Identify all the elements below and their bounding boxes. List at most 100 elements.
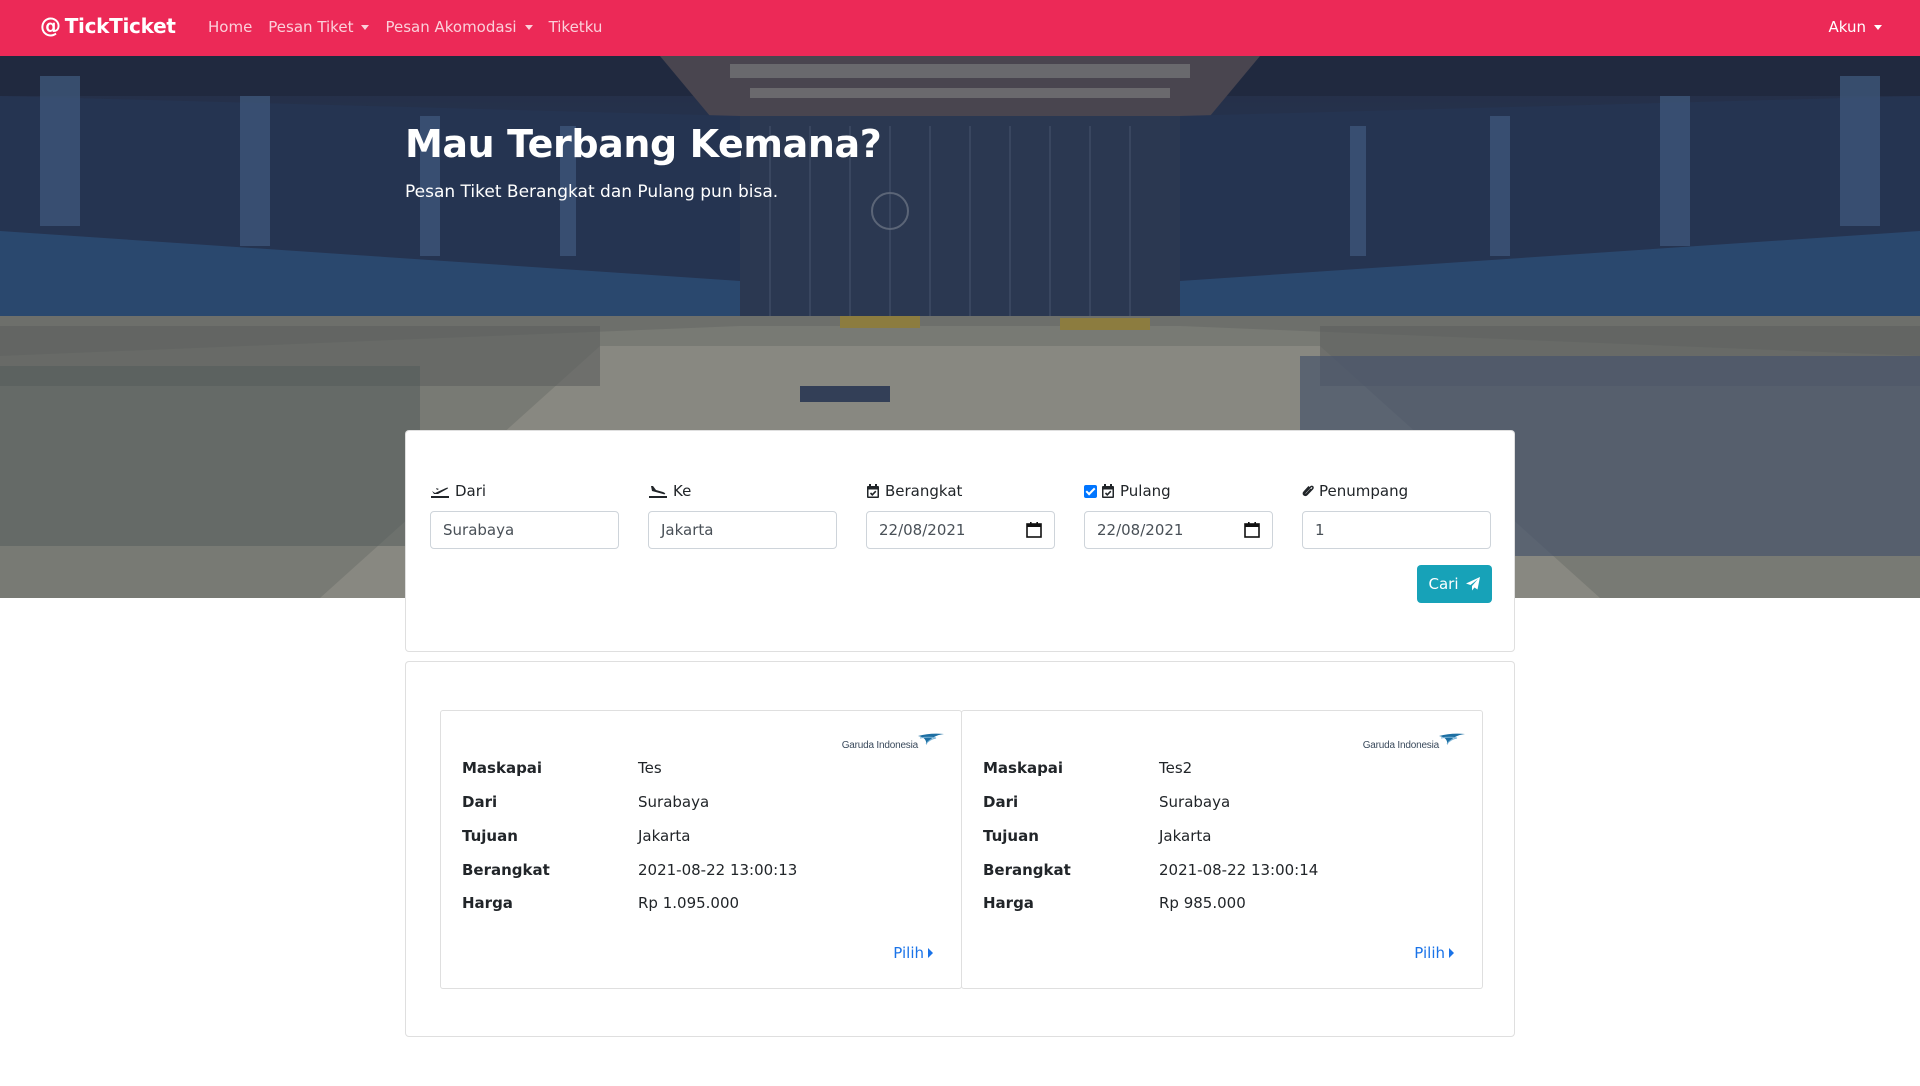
detail-value: Rp 985.000 (1159, 894, 1246, 912)
detail-label: Tujuan (983, 827, 1039, 845)
search-button-label: Cari (1428, 575, 1459, 593)
paper-plane-icon (1465, 577, 1480, 591)
plane-departure-icon (431, 487, 449, 498)
passenger-label: Penumpang (1302, 481, 1491, 501)
detail-row-destination: Tujuan Jakarta (462, 827, 690, 845)
plane-arrival-icon (649, 486, 667, 498)
nav-home-label: Home (208, 18, 253, 36)
flight-result-card: Garuda Indonesia Maskapai Tes Dari Surabay… (440, 710, 962, 989)
nav-pesan-tiket-label: Pesan Tiket (268, 18, 354, 36)
to-field: Ke Jakarta (648, 481, 837, 549)
from-label: Dari (430, 481, 619, 501)
from-field: Dari Surabaya (430, 481, 619, 549)
select-flight-link[interactable]: Pilih (1414, 944, 1454, 962)
garuda-bird-icon (918, 733, 944, 745)
to-label-text: Ke (673, 482, 692, 500)
select-flight-link[interactable]: Pilih (893, 944, 933, 962)
return-date-input[interactable]: 22/08/2021 (1084, 511, 1273, 549)
detail-label: Harga (983, 894, 1034, 912)
detail-label: Tujuan (462, 827, 518, 845)
detail-value: Tes2 (1159, 759, 1193, 777)
hero-subtitle: Pesan Tiket Berangkat dan Pulang pun bis… (405, 182, 779, 202)
flight-search-form: Dari Surabaya Ke Jakarta Berangkat 22/08… (405, 430, 1515, 652)
depart-date-input[interactable]: 22/08/2021 (866, 511, 1055, 549)
garuda-logo: Garuda Indonesia (842, 732, 944, 751)
to-input[interactable]: Jakarta (648, 511, 837, 549)
detail-value: Jakarta (638, 827, 691, 845)
detail-row-airline: Maskapai Tes (462, 759, 662, 777)
detail-row-airline: Maskapai Tes2 (983, 759, 1192, 777)
from-value: Surabaya (443, 521, 515, 539)
select-flight-label: Pilih (1414, 944, 1445, 962)
detail-row-departure: Berangkat 2021-08-22 13:00:13 (462, 861, 797, 879)
detail-value: Tes (638, 759, 662, 777)
calendar-check-icon (1102, 483, 1114, 498)
passenger-input[interactable]: 1 (1302, 511, 1491, 549)
detail-value: Surabaya (1159, 793, 1231, 811)
brand-logo[interactable]: @ TickTicket (40, 14, 176, 38)
detail-label: Berangkat (462, 861, 550, 879)
airline-logo-text: Garuda Indonesia (1362, 740, 1440, 751)
from-input[interactable]: Surabaya (430, 511, 619, 549)
return-value: 22/08/2021 (1097, 521, 1184, 539)
detail-label: Maskapai (983, 759, 1064, 777)
return-field: Pulang 22/08/2021 (1084, 481, 1273, 549)
flight-result-card: Garuda Indonesia Maskapai Tes2 Dari Suraba… (961, 710, 1483, 989)
return-checkbox[interactable] (1084, 484, 1097, 498)
detail-row-price: Harga Rp 1.095.000 (462, 894, 739, 912)
from-label-text: Dari (455, 482, 487, 500)
detail-label: Dari (462, 793, 498, 811)
return-label: Pulang (1084, 481, 1273, 501)
nav-pesan-akomodasi-dropdown[interactable]: Pesan Akomodasi (385, 18, 533, 36)
passenger-field: Penumpang 1 (1302, 481, 1491, 549)
to-value: Jakarta (661, 521, 714, 539)
account-dropdown[interactable]: Akun (1828, 18, 1882, 36)
passenger-label-text: Penumpang (1319, 482, 1409, 500)
detail-label: Berangkat (983, 861, 1071, 879)
detail-row-destination: Tujuan Jakarta (983, 827, 1211, 845)
calendar-check-icon (867, 483, 879, 498)
nav-tiketku[interactable]: Tiketku (549, 18, 603, 36)
nav-tiketku-label: Tiketku (548, 18, 603, 36)
to-label: Ke (648, 481, 837, 501)
nav-pesan-akomodasi-label: Pesan Akomodasi (385, 18, 517, 36)
chevron-down-icon (1874, 24, 1882, 30)
depart-field: Berangkat 22/08/2021 (866, 481, 1055, 549)
nav-links: Home Pesan Tiket Pesan Akomodasi Tiketku (208, 18, 618, 36)
garuda-bird-icon (1439, 733, 1465, 745)
depart-label: Berangkat (866, 481, 1055, 501)
detail-row-from: Dari Surabaya (983, 793, 1230, 811)
garuda-logo: Garuda Indonesia (1363, 732, 1465, 751)
detail-label: Maskapai (462, 759, 543, 777)
nav-pesan-tiket-dropdown[interactable]: Pesan Tiket (268, 18, 370, 36)
chevron-down-icon (524, 24, 533, 30)
detail-row-from: Dari Surabaya (462, 793, 709, 811)
brand-name: TickTicket (64, 14, 176, 38)
hero-title: Mau Terbang Kemana? (405, 122, 882, 166)
detail-label: Harga (462, 894, 513, 912)
detail-value: Rp 1.095.000 (638, 894, 740, 912)
paperclip-icon (1302, 485, 1314, 496)
nav-home[interactable]: Home (208, 18, 252, 36)
detail-value: 2021-08-22 13:00:14 (1159, 861, 1319, 879)
return-label-text: Pulang (1120, 482, 1171, 500)
depart-value: 22/08/2021 (879, 521, 966, 539)
detail-value: Jakarta (1159, 827, 1212, 845)
flight-results: Garuda Indonesia Maskapai Tes Dari Surabay… (405, 661, 1515, 1037)
detail-row-departure: Berangkat 2021-08-22 13:00:14 (983, 861, 1318, 879)
passenger-value: 1 (1315, 521, 1325, 539)
calendar-icon[interactable] (1244, 522, 1260, 538)
caret-right-icon (1449, 948, 1454, 958)
detail-value: Surabaya (638, 793, 710, 811)
airline-logo-text: Garuda Indonesia (841, 740, 919, 751)
caret-right-icon (928, 948, 933, 958)
top-navbar: @ TickTicket Home Pesan Tiket Pesan Akom… (0, 0, 1920, 56)
search-button[interactable]: Cari (1417, 565, 1492, 603)
detail-row-price: Harga Rp 985.000 (983, 894, 1246, 912)
select-flight-label: Pilih (893, 944, 924, 962)
detail-label: Dari (983, 793, 1019, 811)
depart-label-text: Berangkat (885, 482, 963, 500)
calendar-icon[interactable] (1026, 522, 1042, 538)
detail-value: 2021-08-22 13:00:13 (638, 861, 798, 879)
account-label: Akun (1828, 18, 1867, 36)
